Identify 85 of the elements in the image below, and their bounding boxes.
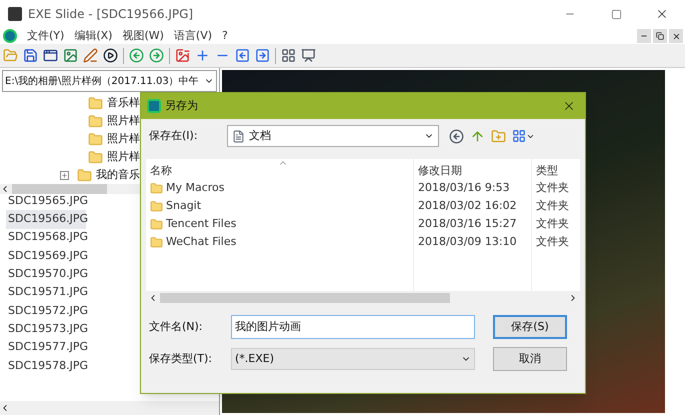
arrow-right-circle-icon[interactable]: [149, 48, 164, 63]
picture-icon[interactable]: [63, 48, 78, 63]
file-list-item[interactable]: SDC19566.JPG: [6, 210, 86, 229]
restore-icon: [656, 32, 664, 40]
tree-item[interactable]: 照片样: [107, 130, 140, 148]
column-header[interactable]: 类型: [532, 159, 580, 179]
file-list-item[interactable]: SDC19572.JPG: [6, 302, 86, 320]
picture-remove-icon[interactable]: [175, 48, 190, 63]
item-type: 文件夹: [536, 198, 569, 214]
scrollbar-thumb[interactable]: [12, 184, 107, 194]
child-close-button[interactable]: [669, 29, 683, 43]
folder-icon: [88, 150, 103, 164]
window-title: EXE Slide - [SDC19566.JPG]: [28, 6, 194, 23]
view-menu-icon[interactable]: [512, 129, 526, 143]
folder-icon: [88, 132, 103, 146]
folder-icon: [150, 200, 163, 212]
folder-name[interactable]: Tencent Files: [166, 216, 236, 232]
pencil-icon[interactable]: [83, 48, 98, 63]
folder-icon: [88, 96, 103, 110]
file-list-item[interactable]: SDC19573.JPG: [6, 320, 86, 338]
filetype-combo[interactable]: (*.EXE): [231, 348, 475, 370]
filename-field[interactable]: 我的图片动画: [231, 315, 475, 339]
save-in-label: 保存在(I):: [149, 128, 199, 144]
menu-item[interactable]: 编辑(X): [74, 28, 112, 44]
app-menu-icon[interactable]: [3, 29, 17, 43]
scrollbar-thumb[interactable]: [160, 293, 450, 303]
item-type: 文件夹: [536, 216, 569, 232]
grid-icon[interactable]: [281, 48, 296, 63]
modified-date: 2018/03/16 9:53: [418, 180, 510, 196]
menu-item[interactable]: 视图(W): [122, 28, 164, 44]
column-header[interactable]: 修改日期: [414, 159, 531, 179]
file-list-item[interactable]: SDC19577.JPG: [6, 338, 86, 357]
save-icon[interactable]: [23, 48, 38, 63]
horizontal-scrollbar[interactable]: [0, 401, 219, 415]
tree-item[interactable]: 照片样: [107, 148, 140, 166]
tree-item[interactable]: 音乐样: [107, 94, 140, 112]
save-in-combo[interactable]: 文档: [227, 125, 439, 147]
modified-date: 2018/03/02 16:02: [418, 198, 517, 214]
modified-date: 2018/03/09 13:10: [418, 234, 517, 250]
screen-icon[interactable]: [301, 48, 316, 63]
modified-date: 2018/03/16 15:27: [418, 216, 517, 232]
expand-toggle-icon[interactable]: [60, 170, 69, 180]
app-icon: [147, 99, 161, 113]
file-list-item[interactable]: SDC19569.JPG: [6, 246, 86, 266]
arrow-right-square-icon[interactable]: [255, 48, 270, 63]
up-folder-icon[interactable]: [470, 128, 485, 144]
document-icon: [232, 130, 245, 142]
tree-item[interactable]: 照片样: [107, 112, 140, 130]
arrow-left-square-icon[interactable]: [235, 48, 250, 63]
maximize-icon: [610, 8, 622, 20]
arrow-left-circle-icon[interactable]: [129, 48, 144, 63]
file-list-item[interactable]: SDC19568.JPG: [6, 228, 86, 247]
file-list-item[interactable]: SDC19571.JPG: [6, 283, 86, 302]
back-icon[interactable]: [449, 128, 464, 144]
app-icon: [8, 7, 22, 21]
child-restore-button[interactable]: [653, 29, 667, 43]
child-minimize-button[interactable]: [637, 29, 651, 43]
item-type: 文件夹: [536, 234, 569, 250]
menu-item[interactable]: 语言(V): [174, 28, 212, 44]
cancel-button[interactable]: 取消: [493, 347, 567, 371]
folder-icon: [77, 168, 92, 182]
path-combo[interactable]: E:\我的相册\照片样例（2017.11.03）中午: [2, 70, 217, 92]
folder-name[interactable]: My Macros: [166, 180, 225, 196]
file-list-item[interactable]: SDC19570.JPG: [6, 265, 86, 284]
folder-icon: [150, 182, 163, 194]
folder-name[interactable]: WeChat Files: [166, 234, 236, 250]
menu-item[interactable]: 文件(Y): [27, 28, 64, 44]
tree-item[interactable]: 我的音乐: [96, 166, 140, 184]
column-header[interactable]: 名称: [146, 159, 413, 179]
folder-icon: [150, 218, 163, 230]
close-icon: [672, 32, 680, 40]
file-list-item[interactable]: SDC19565.JPG: [6, 192, 86, 210]
window-icon[interactable]: [43, 48, 58, 63]
file-list-item[interactable]: SDC19578.JPG: [6, 356, 86, 375]
save-button[interactable]: 保存(S): [493, 315, 567, 339]
menu-item[interactable]: ?: [222, 28, 228, 44]
play-icon[interactable]: [103, 48, 118, 63]
folder-icon: [150, 236, 163, 248]
plus-icon[interactable]: [195, 48, 210, 63]
filename-label: 文件名(N):: [149, 318, 204, 335]
folder-icon: [88, 114, 103, 128]
dialog-title: 另存为: [165, 98, 198, 114]
item-type: 文件夹: [536, 180, 569, 196]
folder-name[interactable]: Snagit: [166, 198, 202, 214]
filetype-label: 保存类型(T):: [149, 350, 214, 367]
